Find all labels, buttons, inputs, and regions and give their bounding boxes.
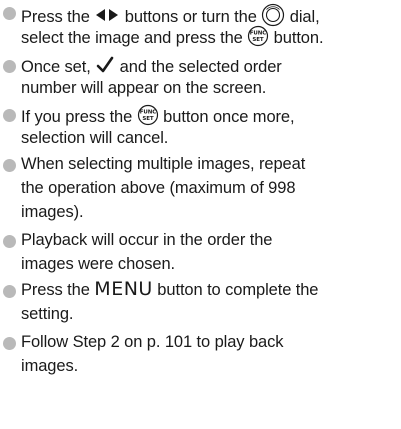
text-fragment: If you press the — [21, 107, 137, 126]
func-set-button-icon: FUNC SET — [247, 25, 269, 52]
list-item-line: Press the MENU button to complete the — [21, 279, 318, 300]
text-fragment: Press the — [21, 7, 95, 26]
text-fragment: button to complete the — [152, 281, 319, 299]
text-fragment: select the image and press the — [21, 28, 248, 47]
bullet-icon — [3, 159, 16, 172]
text-fragment: When selecting multiple images, repeat — [21, 155, 306, 173]
list-item-line: When selecting multiple images, repeat — [21, 154, 305, 174]
func-set-button-icon: FUNC SET — [137, 104, 159, 131]
list-item-line: setting. — [21, 304, 74, 324]
manual-page: Press the buttons or turn the dial, sele… — [0, 0, 401, 429]
list-item-line: Once set, and the selected order — [21, 55, 282, 80]
list-item-line: images were chosen. — [21, 254, 175, 274]
list-item-line: select the image and press the FUNC SET … — [21, 25, 324, 52]
list-item-line: number will appear on the screen. — [21, 78, 266, 98]
list-item-line: Playback will occur in the order the — [21, 230, 272, 250]
text-fragment: dial, — [285, 7, 320, 26]
list-item-line: images). — [21, 202, 84, 222]
svg-text:SET: SET — [142, 116, 154, 122]
svg-text:SET: SET — [253, 37, 265, 43]
list-item-line: images. — [21, 356, 78, 376]
text-fragment: buttons or turn the — [120, 7, 262, 26]
text-fragment: Once set, — [21, 57, 96, 76]
list-item-line: selection will cancel. — [21, 128, 168, 148]
text-fragment: images. — [21, 357, 79, 375]
menu-button-label: MENU — [94, 278, 153, 300]
text-fragment: images were chosen. — [21, 255, 176, 273]
text-fragment: Press the — [21, 281, 95, 299]
text-fragment: images). — [21, 203, 84, 221]
text-fragment: setting. — [21, 305, 74, 323]
bullet-icon — [3, 60, 16, 73]
text-fragment: button. — [269, 28, 324, 47]
bullet-icon — [3, 285, 16, 298]
svg-text:FUNC: FUNC — [139, 110, 156, 116]
bullet-icon — [3, 109, 16, 122]
list-item-line: If you press the FUNC SET button once mo… — [21, 104, 295, 131]
text-fragment: Playback will occur in the order the — [21, 231, 273, 249]
text-fragment: the operation above (maximum of 998 — [21, 179, 296, 197]
checkmark-icon — [95, 55, 115, 80]
list-item-line: the operation above (maximum of 998 — [21, 178, 296, 198]
bullet-icon — [3, 7, 16, 20]
text-fragment: Follow Step 2 on p. 101 to play back — [21, 333, 284, 351]
svg-text:FUNC: FUNC — [250, 31, 267, 37]
text-fragment: number will appear on the screen. — [21, 79, 267, 97]
bullet-icon — [3, 235, 16, 248]
text-fragment: button once more, — [158, 107, 295, 126]
bullet-icon — [3, 337, 16, 350]
text-fragment: selection will cancel. — [21, 129, 169, 147]
text-fragment: and the selected order — [115, 57, 282, 76]
list-item-line: Follow Step 2 on p. 101 to play back — [21, 332, 284, 352]
